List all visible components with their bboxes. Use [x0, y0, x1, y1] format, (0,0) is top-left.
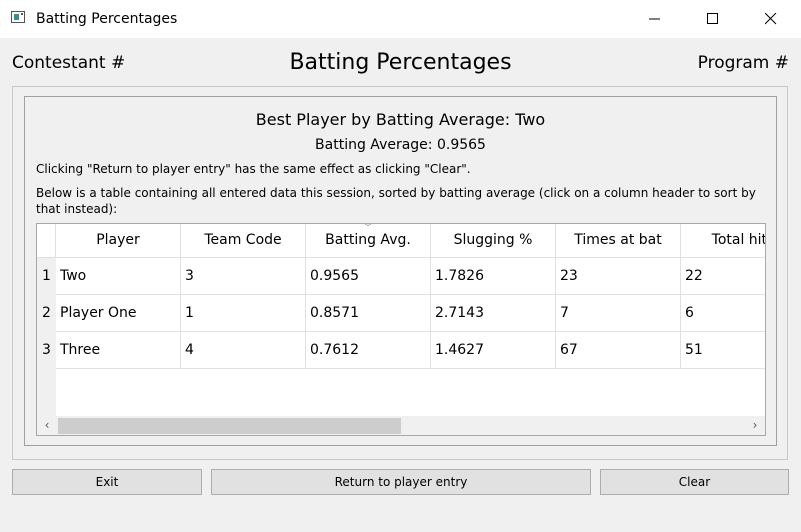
- cell-times-at-bat[interactable]: 23: [556, 258, 681, 295]
- data-table[interactable]: Player Team Code ﹀ Batting Avg. Slugging…: [36, 223, 766, 436]
- cell-slugging[interactable]: 2.7143: [431, 295, 556, 332]
- row-number[interactable]: 1: [37, 258, 56, 295]
- cell-player[interactable]: Two: [56, 258, 181, 295]
- best-player-label: Best Player by Batting Average: Two: [255, 110, 546, 129]
- table-header: Player Team Code ﹀ Batting Avg. Slugging…: [56, 224, 765, 258]
- column-header-team-code[interactable]: Team Code: [181, 224, 306, 258]
- cell-team-code[interactable]: 4: [181, 332, 306, 369]
- cell-times-at-bat[interactable]: 67: [556, 332, 681, 369]
- row-header: 1 2 3: [37, 258, 56, 416]
- table-info-text: Below is a table containing all entered …: [36, 186, 756, 216]
- maximize-icon: [707, 13, 718, 24]
- column-header-batting-avg-label: Batting Avg.: [325, 232, 411, 248]
- chevron-left-icon[interactable]: ‹: [37, 416, 57, 435]
- cell-times-at-bat[interactable]: 7: [556, 295, 681, 332]
- cell-team-code[interactable]: 1: [181, 295, 306, 332]
- row-number[interactable]: 2: [37, 295, 56, 332]
- exit-button[interactable]: Exit: [12, 469, 202, 495]
- close-button[interactable]: [742, 0, 800, 38]
- column-header-player[interactable]: Player: [56, 224, 181, 258]
- cell-slugging[interactable]: 1.7826: [431, 258, 556, 295]
- cell-total-hits[interactable]: 6: [681, 295, 765, 332]
- cell-total-hits[interactable]: 22: [681, 258, 765, 295]
- cell-team-code[interactable]: 3: [181, 258, 306, 295]
- maximize-button[interactable]: [684, 0, 742, 38]
- cell-player[interactable]: Three: [56, 332, 181, 369]
- minimize-button[interactable]: [626, 0, 684, 38]
- column-header-times-at-bat[interactable]: Times at bat: [556, 224, 681, 258]
- table-corner: [37, 224, 56, 258]
- app-window-icon: [11, 11, 25, 23]
- clear-button[interactable]: Clear: [600, 469, 789, 495]
- return-to-player-entry-button[interactable]: Return to player entry: [211, 469, 591, 495]
- minimize-icon: [649, 18, 660, 20]
- return-info-text: Clicking "Return to player entry" has th…: [36, 162, 471, 176]
- column-header-total-hits[interactable]: Total hits: [681, 224, 765, 258]
- sort-descending-icon: ﹀: [364, 224, 372, 232]
- window-title: Batting Percentages: [36, 11, 178, 27]
- cell-batting-avg[interactable]: 0.8571: [306, 295, 431, 332]
- column-header-slugging[interactable]: Slugging %: [431, 224, 556, 258]
- title-bar: Batting Percentages: [0, 0, 801, 38]
- column-header-batting-avg[interactable]: ﹀ Batting Avg.: [306, 224, 431, 258]
- cell-slugging[interactable]: 1.4627: [431, 332, 556, 369]
- cell-batting-avg[interactable]: 0.7612: [306, 332, 431, 369]
- row-number[interactable]: 3: [37, 332, 56, 369]
- scrollbar-thumb[interactable]: [58, 418, 401, 434]
- batting-average-label: Batting Average: 0.9565: [315, 137, 486, 153]
- cell-batting-avg[interactable]: 0.9565: [306, 258, 431, 295]
- close-icon: [765, 13, 777, 25]
- cell-player[interactable]: Player One: [56, 295, 181, 332]
- chevron-right-icon[interactable]: ›: [745, 416, 765, 435]
- cell-total-hits[interactable]: 51: [681, 332, 765, 369]
- page-title: Batting Percentages: [289, 50, 512, 75]
- horizontal-scrollbar[interactable]: ‹ ›: [37, 416, 765, 435]
- program-label: Program #: [697, 53, 789, 73]
